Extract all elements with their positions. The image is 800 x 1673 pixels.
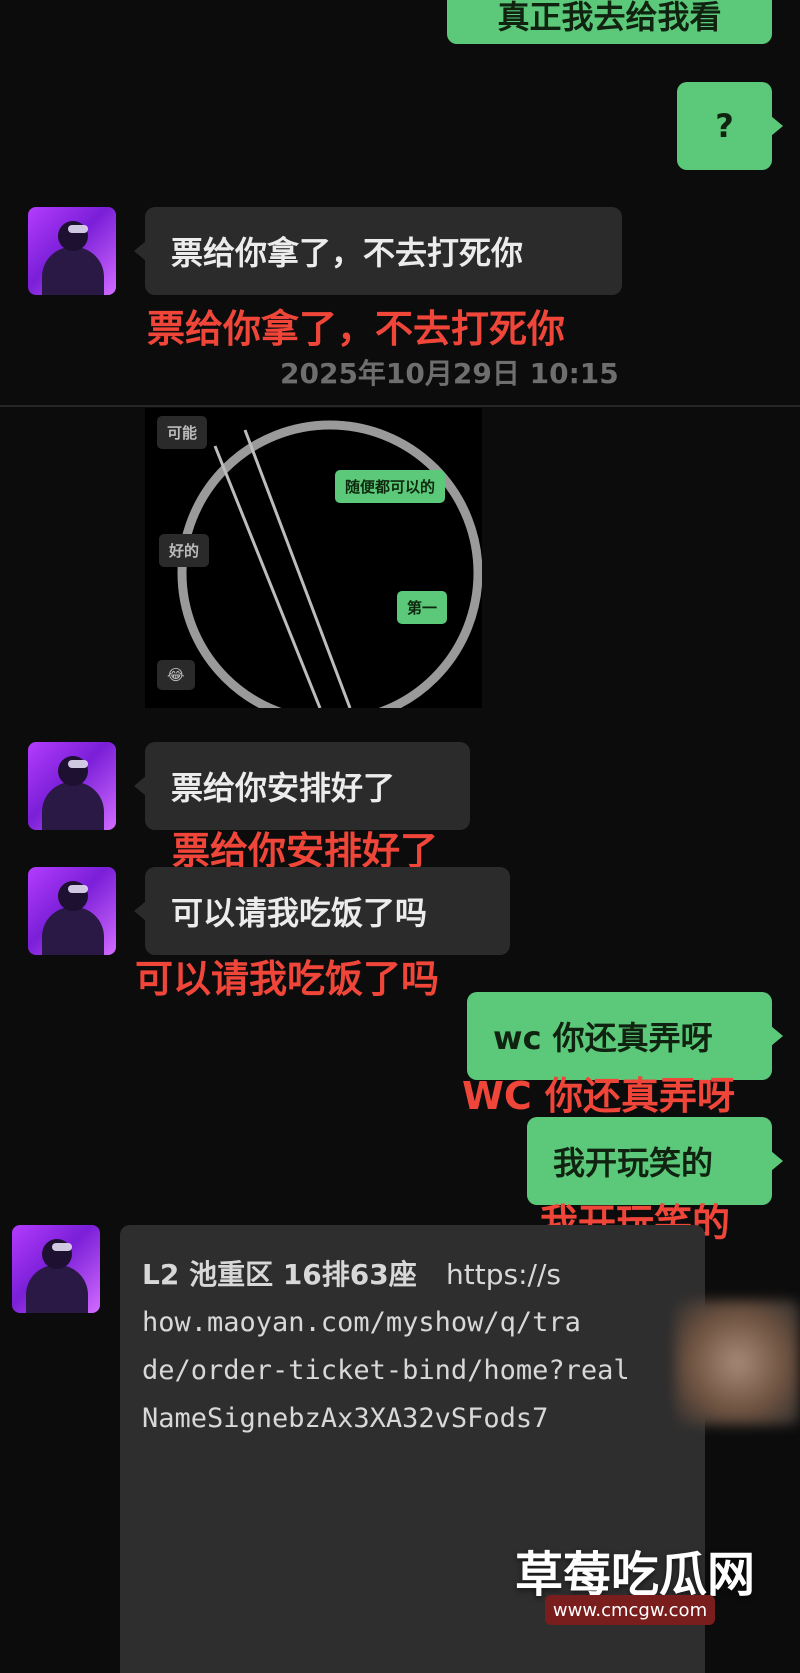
outgoing-message-partial: 真正我去给我看 [447, 0, 772, 44]
message-text: 真正我去给我看 [497, 0, 722, 36]
emoji-icon: 😂 [157, 660, 195, 690]
watermark-url: www.cmcgw.com [545, 1595, 715, 1625]
embedded-bubble: 第一 [397, 591, 448, 624]
ticket-link-line[interactable]: NameSignebzAx3XA32vSFods7 [142, 1395, 683, 1443]
image-message[interactable]: 可能 随便都可以的 好的 第一 😂 [145, 408, 482, 708]
contact-avatar[interactable] [28, 867, 116, 955]
ticket-seat-line: L2 池重区 16排63座 https://s [142, 1258, 561, 1291]
blurred-thumbnail [675, 1300, 800, 1425]
message-text: wc 你还真弄呀 [493, 1019, 713, 1057]
subtitle-caption: WC 你还真弄呀 [462, 1074, 736, 1118]
contact-avatar[interactable] [28, 207, 116, 295]
message-timestamp: 2025年10月29日 10:15 [280, 357, 619, 390]
contact-avatar[interactable] [28, 742, 116, 830]
message-text: 票给你拿了，不去打死你 [171, 234, 524, 272]
ticket-link-line[interactable]: de/order-ticket-bind/home?real [142, 1347, 683, 1395]
subtitle-caption: 可以请我吃饭了吗 [135, 957, 440, 1001]
incoming-message: 票给你拿了，不去打死你 [134, 207, 622, 295]
message-text: 可以请我吃饭了吗 [171, 894, 428, 932]
contact-avatar[interactable] [12, 1225, 100, 1313]
message-text: ? [715, 107, 734, 145]
ticket-link-line[interactable]: how.maoyan.com/myshow/q/tra [142, 1299, 683, 1347]
incoming-message: 票给你安排好了 [134, 742, 470, 830]
subtitle-caption: 票给你拿了，不去打死你 [147, 307, 566, 351]
message-text: 票给你安排好了 [171, 769, 396, 807]
embedded-bubble: 随便都可以的 [335, 470, 446, 503]
embedded-bubble: 可能 [157, 416, 208, 449]
message-text: 我开玩笑的 [553, 1144, 714, 1182]
divider [0, 405, 800, 407]
incoming-message: 可以请我吃饭了吗 [134, 867, 510, 955]
outgoing-message-question: ? [677, 82, 783, 170]
embedded-bubble: 好的 [159, 534, 210, 567]
